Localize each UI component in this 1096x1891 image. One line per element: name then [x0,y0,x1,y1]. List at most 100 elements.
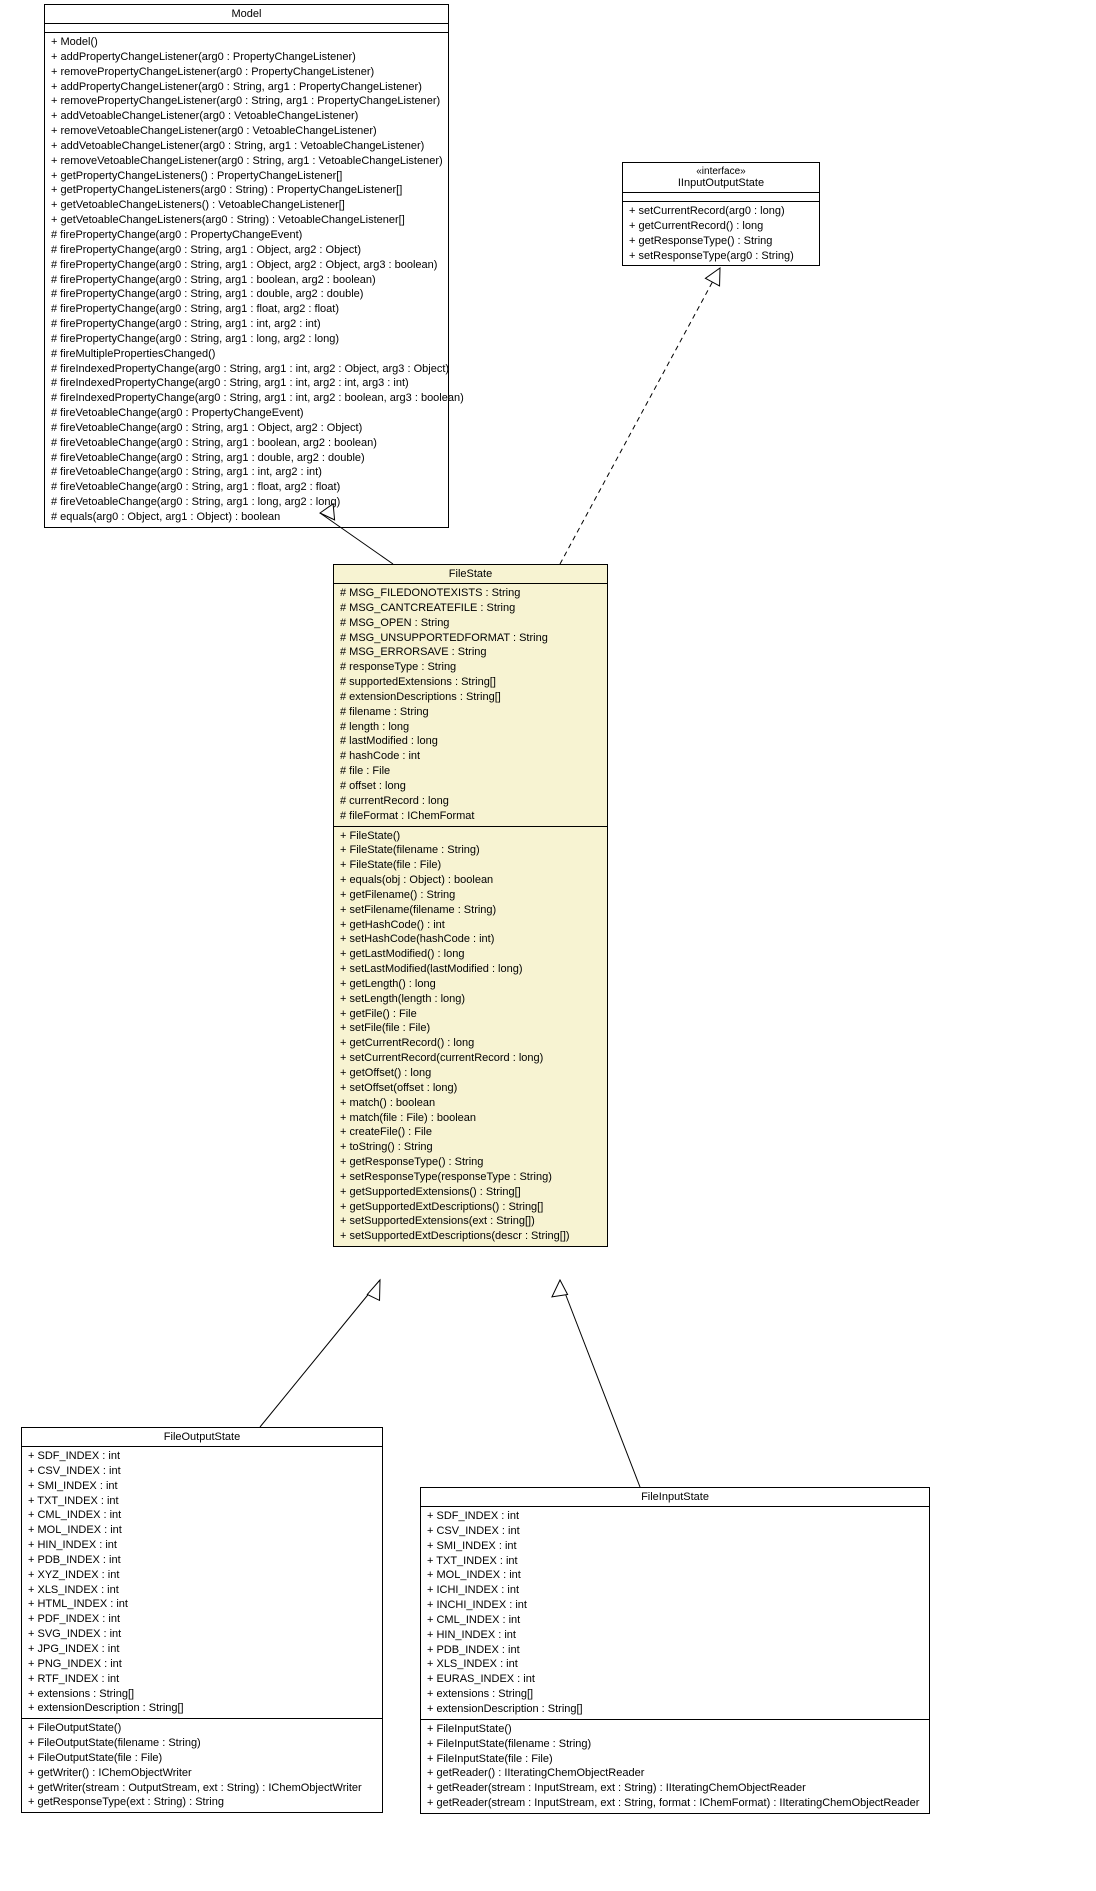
uml-member: + HTML_INDEX : int [28,1597,376,1612]
uml-member: + INCHI_INDEX : int [427,1598,923,1613]
uml-member: + CSV_INDEX : int [28,1464,376,1479]
uml-member: # fireIndexedPropertyChange(arg0 : Strin… [51,362,442,377]
uml-member: + MOL_INDEX : int [28,1523,376,1538]
uml-member: + getPropertyChangeListeners(arg0 : Stri… [51,183,442,198]
uml-member: + TXT_INDEX : int [28,1494,376,1509]
uml-member: + getLength() : long [340,977,601,992]
uml-member: # hashCode : int [340,749,601,764]
uml-member: + FileOutputState() [28,1721,376,1736]
uml-member: + setSupportedExtensions(ext : String[]) [340,1214,601,1229]
uml-member: # offset : long [340,779,601,794]
uml-member: # currentRecord : long [340,794,601,809]
uml-member: + extensionDescription : String[] [28,1701,376,1716]
uml-member: # fireVetoableChange(arg0 : String, arg1… [51,451,442,466]
uml-member: + XLS_INDEX : int [427,1657,923,1672]
uml-member: + FileOutputState(filename : String) [28,1736,376,1751]
uml-member: # responseType : String [340,660,601,675]
uml-member: + JPG_INDEX : int [28,1642,376,1657]
uml-member: + getWriter(stream : OutputStream, ext :… [28,1781,376,1796]
uml-member: + getFilename() : String [340,888,601,903]
uml-member: # MSG_UNSUPPORTEDFORMAT : String [340,631,601,646]
uml-member: + getHashCode() : int [340,918,601,933]
uml-member: + SVG_INDEX : int [28,1627,376,1642]
uml-member: # firePropertyChange(arg0 : String, arg1… [51,287,442,302]
operations-section: + FileOutputState()+ FileOutputState(fil… [22,1719,382,1812]
uml-member: # fireMultiplePropertiesChanged() [51,347,442,362]
uml-member: + HIN_INDEX : int [427,1628,923,1643]
class-model: Model + Model()+ addPropertyChangeListen… [44,4,449,528]
class-title: FileInputState [421,1488,929,1507]
uml-member: + addVetoableChangeListener(arg0 : Vetoa… [51,109,442,124]
uml-member: + addPropertyChangeListener(arg0 : Prope… [51,50,442,65]
uml-member: + setLastModified(lastModified : long) [340,962,601,977]
uml-member: + setResponseType(responseType : String) [340,1170,601,1185]
uml-member: + extensions : String[] [28,1687,376,1702]
uml-member: + getVetoableChangeListeners() : Vetoabl… [51,198,442,213]
class-title: FileState [334,565,607,584]
uml-member: + SMI_INDEX : int [28,1479,376,1494]
uml-member: # firePropertyChange(arg0 : String, arg1… [51,332,442,347]
uml-member: + getSupportedExtDescriptions() : String… [340,1200,601,1215]
uml-member: + extensionDescription : String[] [427,1702,923,1717]
uml-member: + addPropertyChangeListener(arg0 : Strin… [51,80,442,95]
stereotype-label: «interface» [629,166,813,177]
uml-member: + extensions : String[] [427,1687,923,1702]
uml-member: + removePropertyChangeListener(arg0 : Pr… [51,65,442,80]
uml-member: # fireIndexedPropertyChange(arg0 : Strin… [51,391,442,406]
uml-member: + FileInputState(filename : String) [427,1737,923,1752]
uml-member: + RTF_INDEX : int [28,1672,376,1687]
uml-member: + addVetoableChangeListener(arg0 : Strin… [51,139,442,154]
uml-member: # fireVetoableChange(arg0 : PropertyChan… [51,406,442,421]
uml-member: # supportedExtensions : String[] [340,675,601,690]
uml-member: + CML_INDEX : int [427,1613,923,1628]
uml-member: + SDF_INDEX : int [28,1449,376,1464]
uml-member: + CML_INDEX : int [28,1508,376,1523]
uml-member: # fireIndexedPropertyChange(arg0 : Strin… [51,376,442,391]
uml-member: + PDF_INDEX : int [28,1612,376,1627]
uml-member: + SMI_INDEX : int [427,1539,923,1554]
uml-member: # MSG_ERRORSAVE : String [340,645,601,660]
uml-member: + getVetoableChangeListeners(arg0 : Stri… [51,213,442,228]
uml-member: + getFile() : File [340,1007,601,1022]
uml-member: + getPropertyChangeListeners() : Propert… [51,169,442,184]
class-iinputoutputstate: «interface» IInputOutputState + setCurre… [622,162,820,266]
uml-member: + getResponseType() : String [629,234,813,249]
uml-member: # fireVetoableChange(arg0 : String, arg1… [51,465,442,480]
uml-member: + CSV_INDEX : int [427,1524,923,1539]
operations-section: + setCurrentRecord(arg0 : long)+ getCurr… [623,202,819,265]
class-title: «interface» IInputOutputState [623,163,819,193]
attributes-section: + SDF_INDEX : int+ CSV_INDEX : int+ SMI_… [421,1507,929,1720]
uml-member: # firePropertyChange(arg0 : String, arg1… [51,273,442,288]
uml-member: + createFile() : File [340,1125,601,1140]
uml-member: + setCurrentRecord(arg0 : long) [629,204,813,219]
uml-member: # firePropertyChange(arg0 : String, arg1… [51,302,442,317]
class-fileoutputstate: FileOutputState + SDF_INDEX : int+ CSV_I… [21,1427,383,1813]
uml-member: # fireVetoableChange(arg0 : String, arg1… [51,480,442,495]
uml-member: + setCurrentRecord(currentRecord : long) [340,1051,601,1066]
class-title: FileOutputState [22,1428,382,1447]
attributes-section: + SDF_INDEX : int+ CSV_INDEX : int+ SMI_… [22,1447,382,1719]
uml-member: # MSG_CANTCREATEFILE : String [340,601,601,616]
uml-member: + equals(obj : Object) : boolean [340,873,601,888]
uml-member: + toString() : String [340,1140,601,1155]
uml-member: + getReader() : IIteratingChemObjectRead… [427,1766,923,1781]
class-filestate: FileState # MSG_FILEDONOTEXISTS : String… [333,564,608,1247]
uml-member: + SDF_INDEX : int [427,1509,923,1524]
uml-member: + getResponseType() : String [340,1155,601,1170]
uml-member: # length : long [340,720,601,735]
uml-member: + getResponseType(ext : String) : String [28,1795,376,1810]
uml-member: + getOffset() : long [340,1066,601,1081]
uml-member: + PDB_INDEX : int [427,1643,923,1658]
uml-member: + EURAS_INDEX : int [427,1672,923,1687]
uml-member: + setOffset(offset : long) [340,1081,601,1096]
operations-section: + FileState()+ FileState(filename : Stri… [334,827,607,1247]
uml-member: + setResponseType(arg0 : String) [629,249,813,264]
uml-member: + FileState() [340,829,601,844]
uml-member: # fileFormat : IChemFormat [340,809,601,824]
attributes-section [45,24,448,33]
uml-member: + FileState(file : File) [340,858,601,873]
uml-member: # lastModified : long [340,734,601,749]
uml-member: + getSupportedExtensions() : String[] [340,1185,601,1200]
uml-member: # fireVetoableChange(arg0 : String, arg1… [51,495,442,510]
class-fileinputstate: FileInputState + SDF_INDEX : int+ CSV_IN… [420,1487,930,1814]
